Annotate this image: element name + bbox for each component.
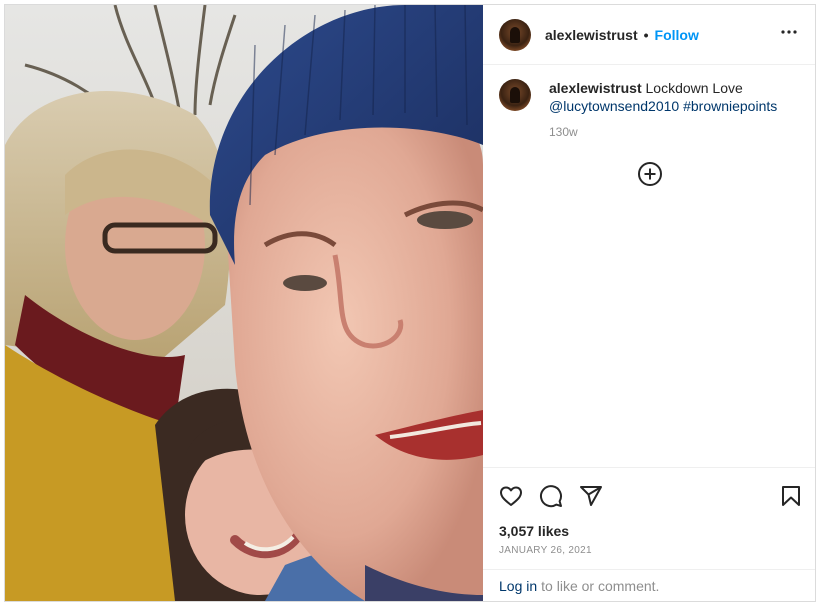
plus-circle-icon-svg: [638, 162, 662, 186]
caption-mention-link[interactable]: @lucytownsend2010: [549, 98, 679, 114]
follow-button[interactable]: Follow: [655, 27, 699, 43]
plus-circle-icon[interactable]: [637, 161, 663, 187]
login-link[interactable]: Log in: [499, 578, 537, 594]
caption: alexlewistrust Lockdown Love @lucytownse…: [499, 79, 799, 141]
post-sidebar: alexlewistrust • Follow alexlewistrust L…: [483, 5, 815, 601]
heart-icon-svg: [500, 486, 522, 506]
paper-plane-icon[interactable]: [579, 484, 603, 508]
likes-count[interactable]: 3,057 likes: [483, 523, 815, 545]
caption-text-block: alexlewistrust Lockdown Love @lucytownse…: [549, 79, 777, 141]
avatar[interactable]: [499, 18, 531, 51]
login-prompt: Log in to like or comment.: [483, 569, 815, 601]
caption-hashtag-link[interactable]: #browniepoints: [683, 98, 777, 114]
comments-section: alexlewistrust Lockdown Love @lucytownse…: [483, 65, 815, 467]
post-header: alexlewistrust • Follow: [483, 5, 815, 65]
caption-avatar[interactable]: [499, 79, 531, 111]
post-photo[interactable]: [5, 5, 483, 601]
login-text: to like or comment.: [541, 577, 660, 594]
bookmark-icon[interactable]: [779, 484, 803, 508]
comment-icon-svg: [540, 484, 562, 507]
selfie-image: [5, 5, 483, 601]
more-options-icon-svg: [781, 30, 797, 34]
header-username[interactable]: alexlewistrust: [545, 27, 638, 43]
caption-time[interactable]: 130w: [549, 123, 777, 141]
comment-icon[interactable]: [539, 484, 563, 508]
more-options-icon[interactable]: [777, 20, 801, 49]
caption-username[interactable]: alexlewistrust: [549, 80, 642, 96]
heart-icon[interactable]: [499, 484, 523, 508]
post-date: JANUARY 26, 2021: [499, 545, 592, 556]
separator-dot: •: [643, 26, 649, 43]
bookmark-icon-svg: [782, 485, 800, 506]
paper-plane-icon-svg: [580, 485, 602, 506]
caption-text: Lockdown Love: [645, 80, 743, 96]
post-card: alexlewistrust • Follow alexlewistrust L…: [4, 4, 816, 602]
action-bar: [483, 467, 815, 523]
